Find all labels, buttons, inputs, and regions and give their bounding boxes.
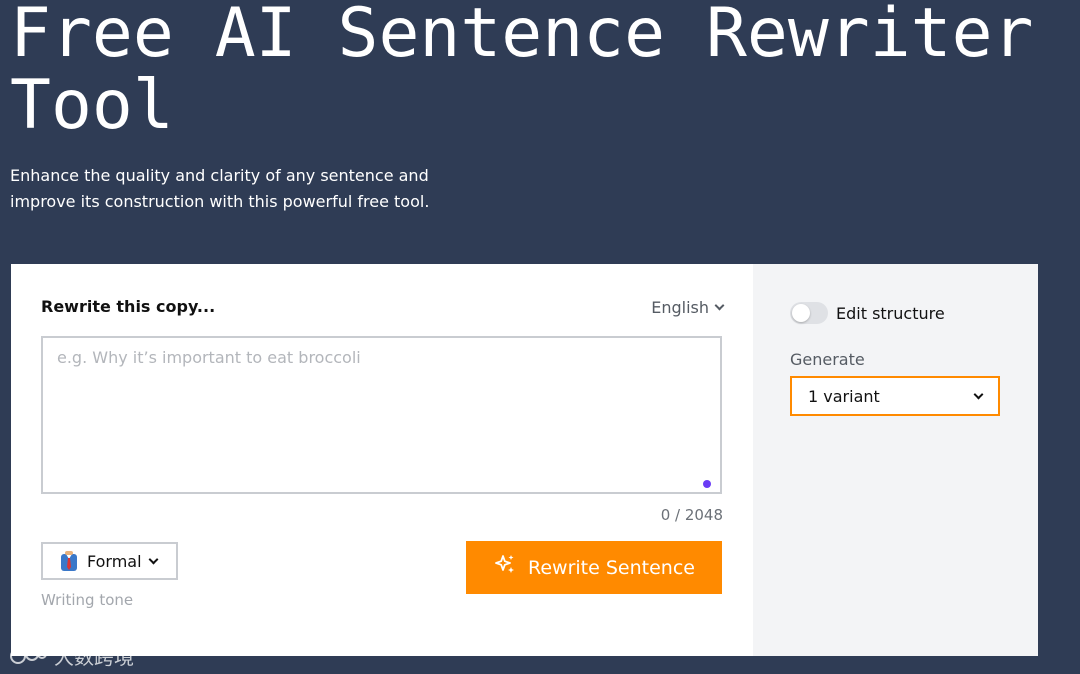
chevron-down-icon xyxy=(973,389,984,399)
copy-input[interactable] xyxy=(41,336,722,494)
hero: Free AI Sentence Rewriter Tool Enhance t… xyxy=(10,0,1070,211)
rewrite-copy-label: Rewrite this copy... xyxy=(41,297,216,316)
chevron-down-icon xyxy=(148,554,159,564)
options-panel: Edit structure Generate 1 variant xyxy=(753,264,1038,656)
sparkles-icon xyxy=(493,553,517,582)
grammar-checker-icon[interactable] xyxy=(703,480,711,488)
watermark: 大数跨境 xyxy=(10,641,134,670)
page-title: Free AI Sentence Rewriter Tool xyxy=(10,0,1034,145)
edit-structure-toggle[interactable] xyxy=(790,302,828,324)
writing-tone-caption: Writing tone xyxy=(41,591,134,609)
chevron-down-icon xyxy=(714,300,725,311)
character-counter: 0 / 2048 xyxy=(660,506,723,524)
language-dropdown[interactable]: English xyxy=(651,298,725,317)
toggle-knob xyxy=(792,304,810,322)
necktie-suit-icon xyxy=(59,550,79,572)
language-value: English xyxy=(651,298,709,317)
rewrite-sentence-label: Rewrite Sentence xyxy=(528,556,695,579)
variant-count-dropdown[interactable]: 1 variant xyxy=(790,376,1000,416)
rewrite-sentence-button[interactable]: Rewrite Sentence xyxy=(466,541,722,594)
edit-structure-label: Edit structure xyxy=(836,304,945,323)
page-subtitle: Enhance the quality and clarity of any s… xyxy=(10,166,430,211)
rewriter-card: Rewrite this copy... English 0 / 2048 Fo… xyxy=(11,264,1038,656)
writing-tone-value: Formal xyxy=(87,551,142,571)
watermark-text: 大数跨境 xyxy=(54,645,134,669)
writing-tone-dropdown[interactable]: Formal xyxy=(41,542,178,580)
editor-panel: Rewrite this copy... English 0 / 2048 Fo… xyxy=(11,264,753,656)
variant-count-value: 1 variant xyxy=(808,386,880,406)
watermark-logo-icon xyxy=(10,645,48,667)
generate-label: Generate xyxy=(790,350,865,369)
